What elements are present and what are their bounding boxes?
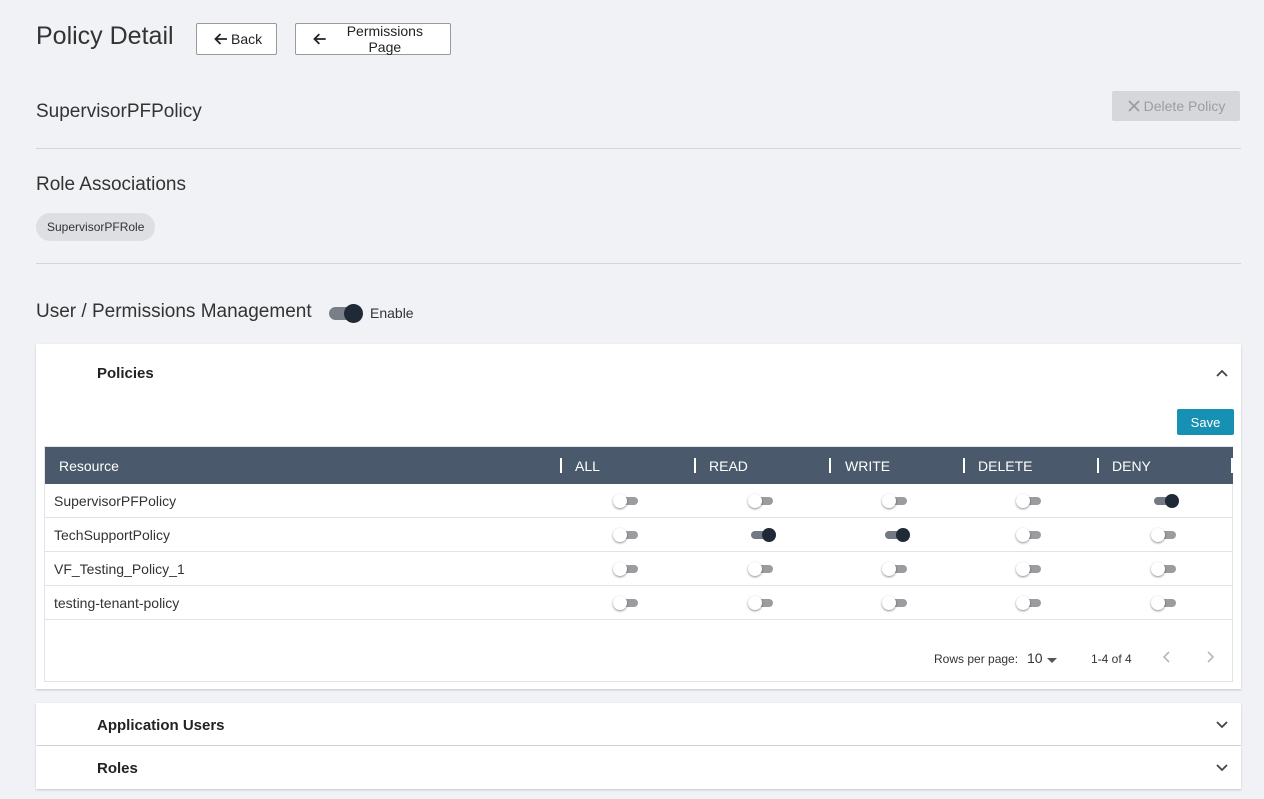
permission-toggle-deny[interactable]	[1151, 492, 1179, 510]
resource-name: SupervisorPFPolicy	[54, 493, 177, 509]
column-separator[interactable]	[560, 458, 562, 473]
resource-name: TechSupportPolicy	[54, 527, 170, 543]
column-separator[interactable]	[963, 458, 965, 473]
permission-toggle-read[interactable]	[748, 492, 776, 510]
permission-toggle-read[interactable]	[748, 594, 776, 612]
enable-toggle[interactable]	[328, 302, 364, 324]
divider	[36, 263, 1241, 264]
chevron-left-icon[interactable]	[1160, 650, 1174, 664]
toggle-thumb	[613, 562, 627, 576]
toggle-thumb	[613, 528, 627, 542]
delete-policy-button[interactable]: Delete Policy	[1112, 91, 1240, 121]
toggle-thumb	[882, 494, 896, 508]
column-header-deny: DENY	[1112, 458, 1151, 474]
table-header: Resource ALL READ WRITE DELETE DENY	[45, 447, 1233, 484]
toggle-thumb	[748, 596, 762, 610]
close-icon	[1128, 100, 1140, 112]
permissions-page-button[interactable]: Permissions Page	[295, 23, 451, 55]
permission-toggle-delete[interactable]	[1016, 526, 1044, 544]
table-row: SupervisorPFPolicy	[45, 484, 1233, 518]
toggle-thumb	[1016, 494, 1030, 508]
column-header-resource: Resource	[59, 458, 119, 474]
chevron-down-icon[interactable]	[1215, 760, 1229, 774]
permission-toggle-deny[interactable]	[1151, 526, 1179, 544]
toggle-thumb	[1151, 562, 1165, 576]
toggle-thumb	[613, 494, 627, 508]
permission-toggle-write[interactable]	[882, 594, 910, 612]
toggle-thumb	[1016, 596, 1030, 610]
policies-table: Resource ALL READ WRITE DELETE DENY Supe…	[44, 446, 1233, 682]
application-users-panel[interactable]: Application Users	[36, 703, 1241, 745]
column-header-delete: DELETE	[978, 458, 1033, 474]
permissions-page-button-label: Permissions Page	[346, 23, 423, 55]
permission-toggle-write[interactable]	[882, 492, 910, 510]
toggle-thumb	[896, 528, 910, 542]
toggle-thumb	[882, 562, 896, 576]
toggle-thumb	[1016, 562, 1030, 576]
toggle-thumb	[344, 304, 363, 323]
pagination-range: 1-4 of 4	[1091, 652, 1132, 666]
back-button[interactable]: Back	[196, 23, 277, 55]
delete-policy-label: Delete Policy	[1143, 98, 1226, 114]
roles-panel[interactable]: Roles	[36, 746, 1241, 789]
permission-toggle-write[interactable]	[882, 526, 910, 544]
permission-toggle-read[interactable]	[748, 560, 776, 578]
permission-toggle-deny[interactable]	[1151, 594, 1179, 612]
toggle-thumb	[882, 596, 896, 610]
application-users-panel-title[interactable]: Application Users	[97, 717, 225, 734]
user-permissions-title: User / Permissions Management	[36, 301, 312, 322]
column-separator[interactable]	[829, 458, 831, 473]
caret-down-icon[interactable]	[1047, 658, 1057, 663]
page-title: Policy Detail	[36, 22, 174, 50]
permission-toggle-delete[interactable]	[1016, 560, 1044, 578]
policies-panel-title[interactable]: Policies	[97, 365, 154, 382]
table-row: VF_Testing_Policy_1	[45, 552, 1233, 586]
column-separator[interactable]	[1097, 458, 1099, 473]
enable-label: Enable	[370, 305, 414, 321]
chevron-down-icon[interactable]	[1215, 717, 1229, 731]
arrow-left-icon	[214, 33, 227, 45]
table-row: testing-tenant-policy	[45, 586, 1233, 620]
permission-toggle-read[interactable]	[748, 526, 776, 544]
resource-name: testing-tenant-policy	[54, 595, 180, 611]
role-associations-title: Role Associations	[36, 174, 186, 195]
permission-toggle-all[interactable]	[613, 526, 641, 544]
permission-toggle-delete[interactable]	[1016, 594, 1044, 612]
permission-toggle-write[interactable]	[882, 560, 910, 578]
toggle-thumb	[613, 596, 627, 610]
toggle-thumb	[762, 528, 776, 542]
roles-panel-title[interactable]: Roles	[97, 760, 138, 777]
divider	[36, 148, 1241, 149]
resource-name: VF_Testing_Policy_1	[54, 561, 185, 577]
column-separator[interactable]	[1231, 458, 1233, 473]
permission-toggle-deny[interactable]	[1151, 560, 1179, 578]
back-button-label: Back	[231, 31, 263, 47]
policies-panel: Policies Save Resource ALL READ WRITE DE…	[36, 344, 1241, 689]
policy-name: SupervisorPFPolicy	[36, 101, 202, 122]
table-row: TechSupportPolicy	[45, 518, 1233, 552]
toggle-thumb	[1151, 528, 1165, 542]
column-separator[interactable]	[694, 458, 696, 473]
column-header-all: ALL	[575, 458, 600, 474]
rows-per-page-label: Rows per page:	[934, 652, 1019, 666]
permission-toggle-all[interactable]	[613, 594, 641, 612]
toggle-thumb	[1016, 528, 1030, 542]
column-header-read: READ	[709, 458, 748, 474]
role-chip[interactable]: SupervisorPFRole	[36, 213, 156, 241]
toggle-thumb	[1165, 494, 1179, 508]
chevron-right-icon[interactable]	[1203, 650, 1217, 664]
arrow-left-icon	[313, 33, 326, 45]
toggle-thumb	[748, 494, 762, 508]
permission-toggle-all[interactable]	[613, 560, 641, 578]
toggle-thumb	[1151, 596, 1165, 610]
save-button[interactable]: Save	[1177, 409, 1234, 435]
toggle-thumb	[748, 562, 762, 576]
rows-per-page-select[interactable]: 10	[1027, 650, 1043, 666]
column-header-write: WRITE	[845, 458, 891, 474]
permission-toggle-delete[interactable]	[1016, 492, 1044, 510]
permission-toggle-all[interactable]	[613, 492, 641, 510]
chevron-up-icon[interactable]	[1215, 366, 1229, 380]
